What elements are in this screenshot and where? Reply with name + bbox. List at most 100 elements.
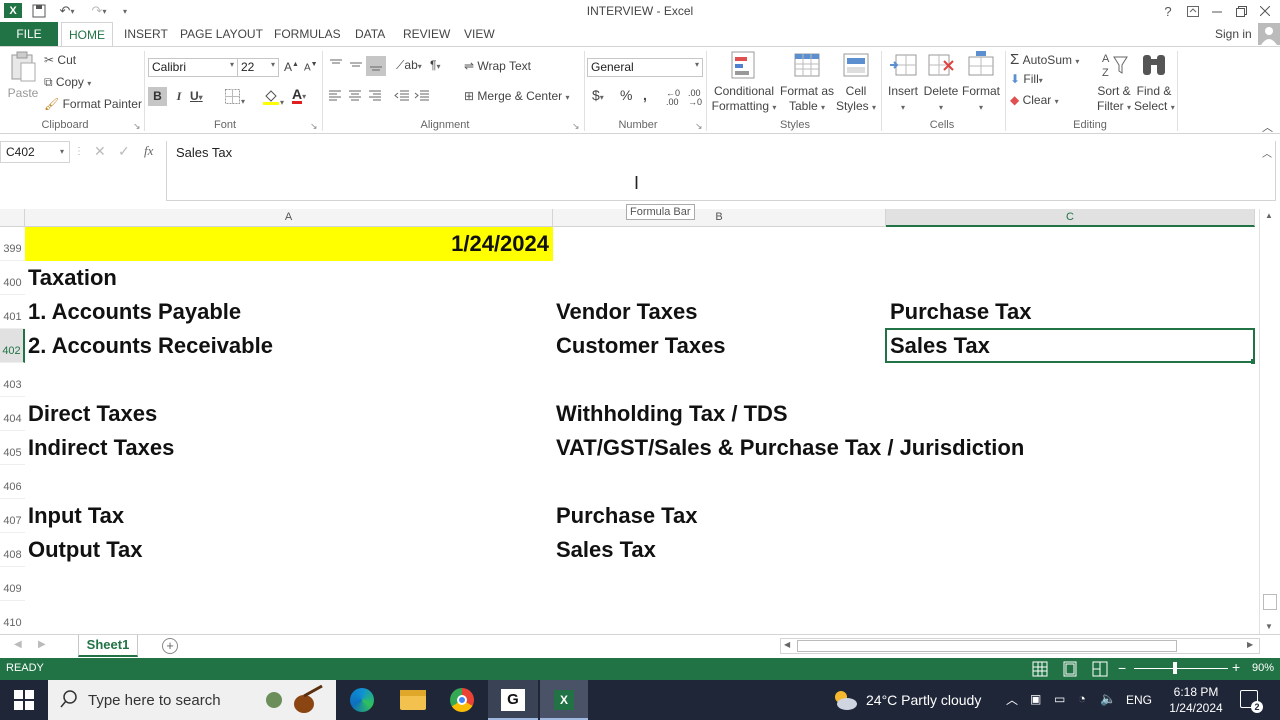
cell-b408[interactable]: Sales Tax	[556, 537, 656, 563]
cell-a402[interactable]: 2. Accounts Receivable	[28, 333, 273, 359]
row-header[interactable]: 407	[0, 499, 25, 533]
page-layout-view-icon[interactable]	[1062, 661, 1078, 680]
cut-button[interactable]: ✂ Cut	[44, 53, 76, 67]
network-icon[interactable]: ◔	[1078, 691, 1086, 706]
dialog-launcher-icon[interactable]: ↘	[133, 121, 141, 132]
align-right-icon[interactable]	[368, 89, 382, 106]
avatar[interactable]	[1258, 23, 1280, 45]
borders-icon[interactable]: ▾	[225, 89, 245, 107]
sheet-grid[interactable]: 399 1/24/2024 400 Taxation 401 1. Accoun…	[0, 227, 1255, 634]
autosum-button[interactable]: Σ AutoSum ▾	[1010, 51, 1079, 68]
prev-sheet-icon[interactable]: ◀	[14, 639, 22, 650]
close-icon[interactable]	[1256, 2, 1274, 20]
paste-button[interactable]: Paste	[6, 51, 40, 111]
chrome-icon[interactable]	[450, 688, 474, 712]
find-select-button[interactable]: Find & Select ▾	[1134, 49, 1175, 115]
copy-button[interactable]: ⧉ Copy ▾	[44, 75, 91, 90]
dialog-launcher-icon[interactable]: ↘	[310, 121, 318, 132]
column-header-c[interactable]: C	[886, 209, 1255, 227]
scroll-down-icon[interactable]: ▼	[1265, 622, 1273, 631]
taskbar-search-box[interactable]: Type here to search	[48, 680, 336, 720]
cell-b402[interactable]: Customer Taxes	[556, 333, 726, 359]
cell-a407[interactable]: Input Tax	[28, 503, 124, 529]
delete-cells-button[interactable]: Delete ▾	[922, 49, 960, 115]
fill-button[interactable]: ⬇ Fill▾	[1010, 72, 1043, 86]
decrease-decimal-icon[interactable]: .00 →0	[688, 89, 702, 107]
cell-c401[interactable]: Purchase Tax	[890, 299, 1031, 325]
dialog-launcher-icon[interactable]: ↘	[695, 121, 703, 132]
show-hidden-icons-icon[interactable]: ︿	[1006, 691, 1018, 708]
tab-view[interactable]: VIEW	[455, 22, 504, 46]
font-color-icon[interactable]: A▾	[292, 87, 318, 104]
clock[interactable]: 6:18 PM 1/24/2024	[1160, 684, 1232, 716]
decrease-font-icon[interactable]: A▼	[304, 61, 318, 73]
number-format-select[interactable]: General ▾	[587, 58, 703, 77]
increase-indent-icon[interactable]	[414, 89, 430, 106]
weather-text[interactable]: 24°C Partly cloudy	[866, 692, 981, 708]
align-center-icon[interactable]	[348, 89, 362, 106]
cell-a401[interactable]: 1. Accounts Payable	[28, 299, 241, 325]
minimize-icon[interactable]	[1208, 2, 1226, 20]
horizontal-scrollbar[interactable]: ◀ ▶	[780, 638, 1260, 654]
increase-decimal-icon[interactable]: ←0.00	[666, 89, 680, 107]
align-left-icon[interactable]	[328, 89, 342, 106]
row-header[interactable]: 408	[0, 533, 25, 567]
bold-button[interactable]: B	[148, 87, 167, 106]
collapse-ribbon-icon[interactable]: ︿	[1262, 119, 1273, 135]
sort-filter-button[interactable]: AZ Sort & Filter ▾	[1092, 49, 1136, 115]
currency-icon[interactable]: $▾	[592, 87, 604, 103]
dialog-launcher-icon[interactable]: ↘	[572, 121, 580, 132]
row-header[interactable]: 405	[0, 431, 25, 465]
orientation-icon[interactable]: ⟋ab▾	[396, 58, 422, 73]
column-header-b[interactable]: B	[553, 209, 886, 227]
select-all-corner[interactable]	[0, 209, 25, 227]
cell-b401[interactable]: Vendor Taxes	[556, 299, 697, 325]
increase-font-icon[interactable]: A▲	[284, 60, 299, 74]
cell-styles-button[interactable]: Cell Styles ▾	[835, 49, 877, 115]
cell-c402[interactable]: Sales Tax	[890, 333, 990, 359]
row-header[interactable]: 406	[0, 465, 25, 499]
file-explorer-icon[interactable]	[400, 690, 426, 710]
cell-a404[interactable]: Direct Taxes	[28, 401, 157, 427]
sheet-tab-sheet1[interactable]: Sheet1	[78, 635, 138, 657]
format-painter-button[interactable]: 🖌 Format Painter	[44, 97, 142, 111]
formula-input[interactable]: Sales Tax	[166, 141, 1276, 201]
tab-review[interactable]: REVIEW	[394, 22, 459, 46]
conditional-formatting-button[interactable]: Conditional Formatting ▾	[710, 49, 778, 115]
fill-color-icon[interactable]: ▾	[262, 87, 290, 108]
tab-data[interactable]: DATA	[346, 22, 394, 46]
percent-icon[interactable]: %	[620, 87, 632, 103]
italic-button[interactable]: I	[172, 87, 186, 106]
row-header[interactable]: 401	[0, 295, 25, 329]
collapse-formula-bar-icon[interactable]: ︿	[1262, 145, 1272, 160]
taskbar-app-g[interactable]: G	[488, 680, 538, 720]
edge-icon[interactable]	[350, 688, 374, 712]
row-header[interactable]: 410	[0, 601, 25, 634]
scroll-thumb[interactable]	[1263, 594, 1277, 610]
merge-center-button[interactable]: ⊞ Merge & Center ▾	[464, 89, 569, 103]
scroll-right-icon[interactable]: ▶	[1247, 640, 1253, 649]
row-header[interactable]: 404	[0, 397, 25, 431]
normal-view-icon[interactable]	[1032, 661, 1048, 680]
row-header[interactable]: 400	[0, 261, 25, 295]
zoom-out-icon[interactable]: −	[1118, 660, 1126, 676]
help-button[interactable]: ?	[1160, 2, 1176, 20]
notification-icon[interactable]: 2	[1240, 690, 1263, 713]
decrease-indent-icon[interactable]	[394, 89, 410, 106]
column-header-a[interactable]: A	[25, 209, 553, 227]
format-as-table-button[interactable]: Format as Table ▾	[780, 49, 834, 115]
zoom-in-icon[interactable]: +	[1232, 659, 1240, 675]
format-cells-button[interactable]: Format ▾	[960, 49, 1002, 115]
cell-b407[interactable]: Purchase Tax	[556, 503, 697, 529]
next-sheet-icon[interactable]: ▶	[38, 639, 46, 650]
meet-now-icon[interactable]: ▣	[1030, 692, 1041, 706]
comma-icon[interactable]: ,	[643, 87, 647, 103]
add-sheet-icon[interactable]: +	[162, 638, 178, 654]
zoom-slider-thumb[interactable]	[1173, 662, 1177, 674]
sign-in-link[interactable]: Sign in	[1206, 22, 1261, 46]
scroll-left-icon[interactable]: ◀	[784, 640, 790, 649]
row-header[interactable]: 409	[0, 567, 25, 601]
middle-align-icon[interactable]	[348, 57, 364, 76]
insert-function-icon[interactable]: fx	[144, 143, 153, 159]
zoom-level[interactable]: 90%	[1252, 662, 1274, 674]
